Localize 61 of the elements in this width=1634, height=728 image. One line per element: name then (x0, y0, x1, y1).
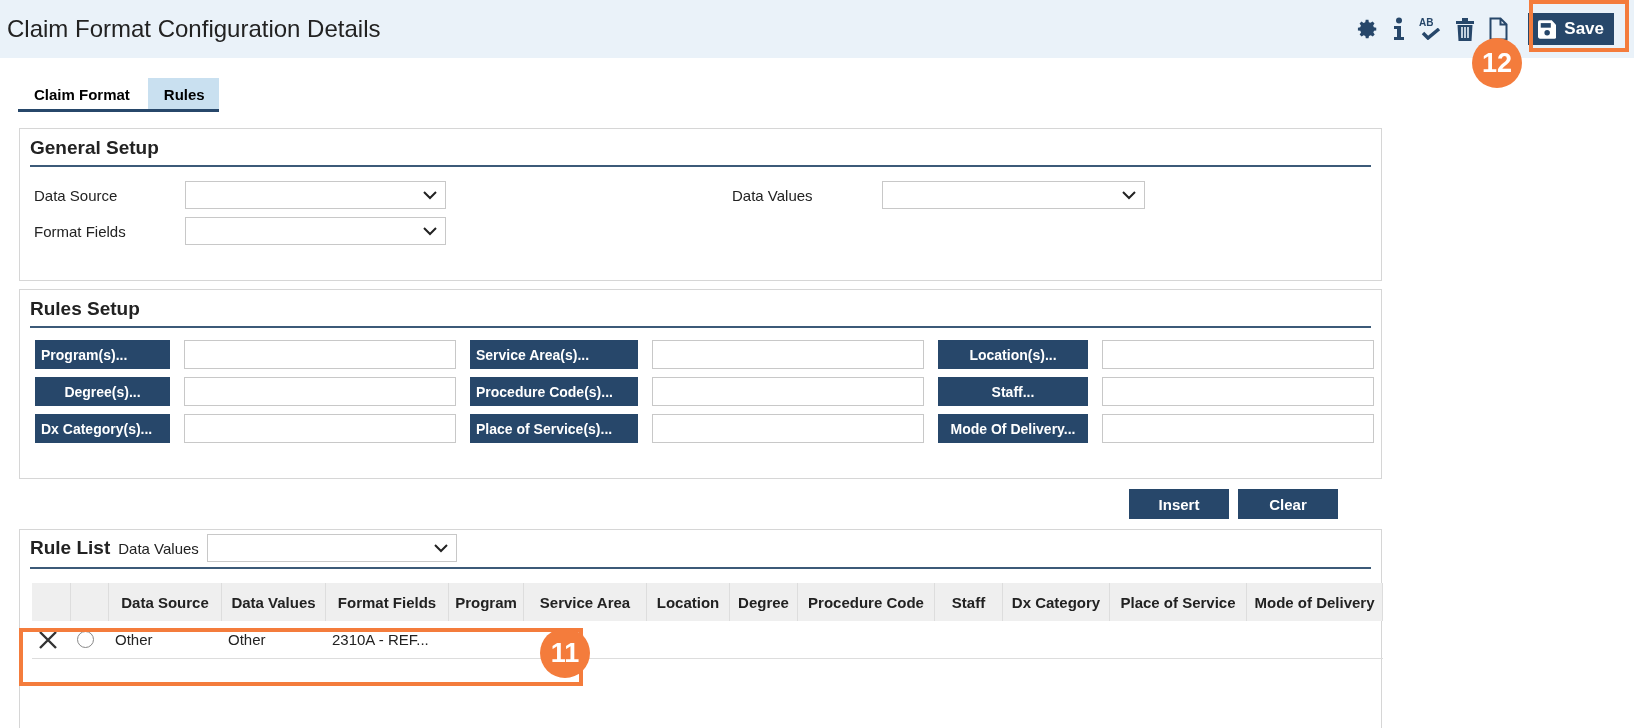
text-field[interactable] (184, 377, 456, 406)
column-header (32, 583, 71, 621)
dropdown[interactable] (185, 181, 446, 209)
field-label: Format Fields (34, 222, 127, 240)
table-cell: Other (115, 631, 153, 648)
action-button[interactable]: Clear (1238, 489, 1338, 519)
column-header (71, 583, 109, 621)
column-header: Data Values (222, 583, 326, 621)
dropdown[interactable] (882, 181, 1145, 209)
picker-button[interactable]: Mode Of Delivery... (938, 414, 1088, 443)
text-field[interactable] (652, 340, 924, 369)
column-header: Degree (730, 583, 798, 621)
section-title: Rules Setup (30, 298, 1371, 328)
trash-icon[interactable] (1455, 17, 1475, 41)
picker-button[interactable]: Program(s)... (35, 340, 170, 369)
chevron-down-icon (1122, 190, 1136, 200)
settings-icon[interactable] (1357, 18, 1379, 40)
chevron-down-icon (423, 190, 437, 200)
tab[interactable]: Rules (147, 78, 219, 112)
text-field[interactable] (184, 414, 456, 443)
section-title: General Setup (30, 137, 1371, 167)
text-field[interactable] (184, 340, 456, 369)
table-cell: 2310A - REF... (332, 631, 429, 648)
table-cell: Other (228, 631, 266, 648)
column-header: Location (647, 583, 730, 621)
chevron-down-icon (433, 543, 448, 553)
column-header: Format Fields (326, 583, 449, 621)
column-header: Service Area (524, 583, 647, 621)
text-field[interactable] (652, 377, 924, 406)
column-header: Place of Service (1110, 583, 1247, 621)
column-header: Data Source (109, 583, 222, 621)
picker-button[interactable]: Dx Category(s)... (35, 414, 170, 443)
picker-button[interactable]: Procedure Code(s)... (470, 377, 638, 406)
dropdown[interactable] (206, 534, 457, 562)
picker-button[interactable]: Staff... (938, 377, 1088, 406)
column-header: Mode of Delivery (1247, 583, 1383, 621)
text-field[interactable] (1102, 340, 1374, 369)
page-title: Claim Format Configuration Details (7, 15, 382, 43)
document-icon[interactable] (1489, 17, 1508, 41)
column-header: Procedure Code (798, 583, 935, 621)
column-header: Dx Category (1003, 583, 1110, 621)
picker-button[interactable]: Location(s)... (938, 340, 1088, 369)
save-button[interactable]: Save (1528, 13, 1614, 45)
delete-icon[interactable] (38, 630, 58, 649)
filter-label: Data Values (118, 539, 199, 557)
field-label: Data Source (34, 186, 119, 204)
info-icon[interactable] (1393, 17, 1405, 41)
picker-button[interactable]: Place of Service(s)... (470, 414, 638, 443)
picker-button[interactable]: Degree(s)... (35, 377, 170, 406)
text-field[interactable] (1102, 414, 1374, 443)
text-field[interactable] (652, 414, 924, 443)
step-badge: 12 (1472, 38, 1522, 88)
column-header: Staff (935, 583, 1003, 621)
chevron-down-icon (423, 226, 437, 236)
field-label: Data Values (732, 186, 814, 204)
text-field[interactable] (1102, 377, 1374, 406)
action-button[interactable]: Insert (1129, 489, 1229, 519)
dropdown[interactable] (185, 217, 446, 245)
picker-button[interactable]: Service Area(s)... (470, 340, 638, 369)
section-title: Rule List (30, 537, 111, 559)
column-header: Program (449, 583, 524, 621)
